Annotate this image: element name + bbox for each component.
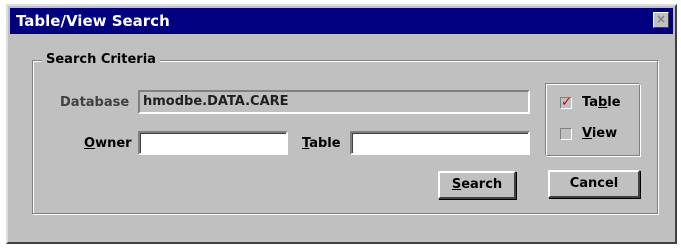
table-option-pre: Ta [582,95,598,110]
cancel-button[interactable]: Cancel [548,170,640,198]
view-option-mnemonic: V [582,126,592,141]
table-name-input[interactable] [350,131,530,155]
table-option-post: le [607,95,621,110]
close-icon[interactable]: × [653,12,669,28]
owner-label: Owner [84,136,132,151]
view-option-label[interactable]: View [582,126,617,141]
title-bar[interactable]: Table/View Search × [10,8,673,34]
view-checkbox[interactable] [560,128,572,140]
search-button-mnemonic: S [451,177,462,192]
table-option-mnemonic: b [597,95,608,110]
owner-label-rest: wner [95,136,132,151]
search-button[interactable]: Search [438,171,516,199]
table-label: Table [302,136,341,151]
database-field: hmodbe.DATA.CARE [138,90,530,114]
table-option-label[interactable]: Table [582,95,621,110]
search-criteria-label: Search Criteria [42,52,160,67]
owner-input[interactable] [138,131,288,155]
table-checkbox[interactable]: ✓ [560,96,572,109]
search-button-rest: earch [461,177,503,192]
window-title: Table/View Search [16,12,170,30]
owner-label-mnemonic: O [84,136,96,151]
table-label-rest: able [309,136,341,151]
database-label: Database [60,95,130,110]
view-option-rest: iew [591,126,618,141]
